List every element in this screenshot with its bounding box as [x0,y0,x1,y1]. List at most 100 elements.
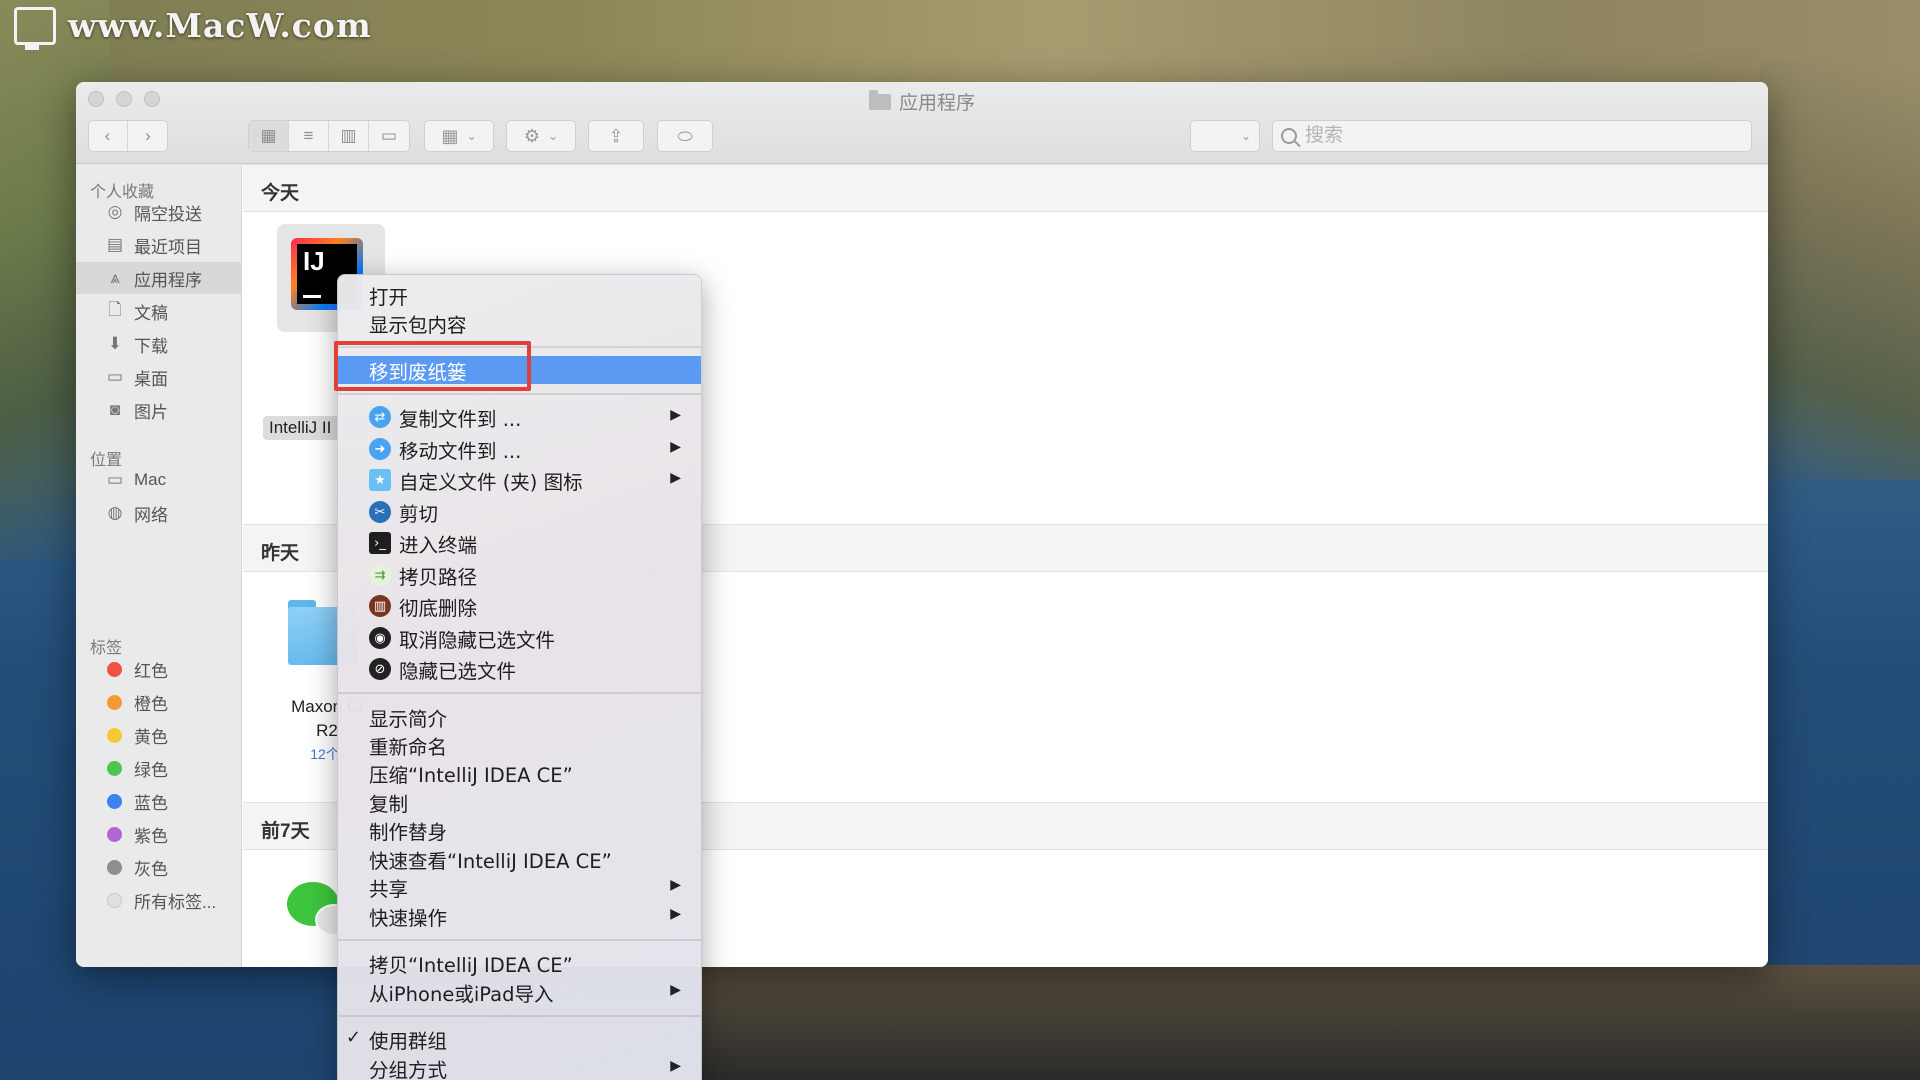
menu-separator [338,939,701,941]
gallery-view-icon[interactable]: ▭ [369,121,409,151]
sidebar-item-label: 应用程序 [134,270,202,290]
download-icon: ⬇ [107,334,123,353]
finder-window: 应用程序 ‹ › ▦ ≡ ▥ ▭ ▦ ⌄ ⚙ ⌄ ⇪ ⬭ ⌄ 搜索 个人收藏 ◎… [76,82,1768,967]
tag-dot-icon [107,694,122,710]
checkmark-icon: ✓ [346,1027,362,1048]
sidebar-item-documents[interactable]: 🗋 文稿 [76,295,242,327]
menu-item-copy-item[interactable]: 拷贝“IntelliJ IDEA CE” [338,949,701,977]
group-header-today: 今天 [243,164,1768,212]
sidebar-item-label: 蓝色 [134,793,168,813]
menu-item-cut[interactable]: ✂ 剪切 [338,498,701,526]
menu-item-copy-to[interactable]: ⇄ 复制文件到 ... ▶ [338,403,701,431]
menu-item-copy-path[interactable]: ⇉ 拷贝路径 [338,561,701,589]
sidebar-item-applications[interactable]: ⩓ 应用程序 [76,262,242,294]
eye-slash-icon: ⊘ [369,658,391,680]
sidebar-item-pictures[interactable]: ◙ 图片 [76,394,242,426]
menu-item-quick-look[interactable]: 快速查看“IntelliJ IDEA CE” [338,845,701,873]
menu-item-label: 复制文件到 ... [399,407,522,431]
menu-item-label: 显示包内容 [369,313,467,337]
share-icon: ⇪ [608,125,624,146]
sidebar-tag-gray[interactable]: 灰色 [76,851,242,883]
menu-item-label: 彻底删除 [399,596,478,620]
sidebar-tag-all[interactable]: 所有标签... [76,884,242,916]
titlebar: 应用程序 ‹ › ▦ ≡ ▥ ▭ ▦ ⌄ ⚙ ⌄ ⇪ ⬭ ⌄ 搜索 [76,82,1768,164]
trash-icon: ▥ [369,595,391,617]
macw-logo-icon [14,6,56,50]
menu-item-move-to[interactable]: ➜ 移动文件到 ... ▶ [338,435,701,463]
menu-item-quick-actions[interactable]: 快速操作 ▶ [338,902,701,930]
window-title: 应用程序 [76,88,1768,115]
menu-item-hide-files[interactable]: ⊘ 隐藏已选文件 [338,655,701,683]
menu-item-group-by[interactable]: 分组方式 ▶ [338,1054,701,1080]
menu-item-open[interactable]: 打开 [338,281,701,309]
group-by-button[interactable]: ▦ ⌄ [424,120,494,152]
menu-item-get-info[interactable]: 显示简介 [338,703,701,731]
sidebar-tag-green[interactable]: 绿色 [76,752,242,784]
menu-item-compress[interactable]: 压缩“IntelliJ IDEA CE” [338,759,701,787]
menu-item-unhide-files[interactable]: ◉ 取消隐藏已选文件 [338,624,701,652]
submenu-arrow-icon: ▶ [670,407,681,423]
column-view-icon[interactable]: ▥ [329,121,369,151]
icon-view-icon[interactable]: ▦ [249,121,289,151]
airdrop-icon: ◎ [107,202,123,221]
sidebar-item-airdrop[interactable]: ◎ 隔空投送 [76,196,242,228]
tag-dot-icon [107,727,122,743]
menu-item-label: 剪切 [399,502,439,526]
list-view-icon[interactable]: ≡ [289,121,329,151]
chevron-down-icon: ⌄ [466,129,477,143]
menu-item-delete-permanently[interactable]: ▥ 彻底删除 [338,592,701,620]
sidebar-item-label: 灰色 [134,859,168,879]
tag-dot-icon [107,826,122,842]
desktop-icon: ▭ [106,367,124,386]
tag-dot-icon [107,760,122,776]
sidebar-item-label: 图片 [134,402,168,422]
menu-item-label: 复制 [369,792,409,816]
menu-item-label: 制作替身 [369,820,448,844]
submenu-arrow-icon: ▶ [670,1058,681,1074]
menu-item-import-from-iphone[interactable]: 从iPhone或iPad导入 ▶ [338,978,701,1006]
sidebar-tag-blue[interactable]: 蓝色 [76,785,242,817]
menu-item-label: 自定义文件 (夹) 图标 [399,470,583,494]
sidebar-item-recents[interactable]: ▤ 最近项目 [76,229,242,261]
path-dropdown[interactable]: ⌄ [1190,120,1260,152]
sidebar-item-mac[interactable]: ▭ Mac [76,464,242,496]
tag-button[interactable]: ⬭ [657,120,713,152]
menu-item-label: 快速查看“IntelliJ IDEA CE” [369,849,612,873]
path-icon: ⇉ [369,564,391,586]
menu-item-rename[interactable]: 重新命名 [338,731,701,759]
search-input[interactable] [1305,125,1725,147]
sidebar-tag-purple[interactable]: 紫色 [76,818,242,850]
menu-item-use-groups[interactable]: ✓ 使用群组 [338,1025,701,1053]
submenu-arrow-icon: ▶ [670,439,681,455]
sidebar-tag-red[interactable]: 红色 [76,653,242,685]
sidebar-item-downloads[interactable]: ⬇ 下载 [76,328,242,360]
terminal-icon: ›_ [369,532,391,554]
sidebar-item-label: 文稿 [134,303,168,323]
sidebar-tag-orange[interactable]: 橙色 [76,686,242,718]
menu-item-custom-icon[interactable]: ★ 自定义文件 (夹) 图标 ▶ [338,466,701,494]
chevron-right-icon[interactable]: › [128,121,168,151]
scissors-icon: ✂ [369,501,391,523]
search-field[interactable] [1272,120,1752,152]
sidebar-item-label: 黄色 [134,727,168,747]
sidebar-item-desktop[interactable]: ▭ 桌面 [76,361,242,393]
menu-item-make-alias[interactable]: 制作替身 [338,816,701,844]
menu-item-open-terminal[interactable]: ›_ 进入终端 [338,529,701,557]
watermark: www.MacW.com [14,6,372,50]
sidebar-item-network[interactable]: ◍ 网络 [76,497,242,529]
menu-item-share[interactable]: 共享 ▶ [338,873,701,901]
sidebar-item-label: 绿色 [134,760,168,780]
chevron-left-icon[interactable]: ‹ [88,121,128,151]
menu-item-label: 拷贝路径 [399,565,478,589]
share-button[interactable]: ⇪ [588,120,644,152]
group-by-icon: ▦ [441,125,459,146]
sidebar-tag-yellow[interactable]: 黄色 [76,719,242,751]
menu-item-show-package[interactable]: 显示包内容 [338,309,701,337]
window-title-text: 应用程序 [898,93,975,114]
menu-item-label: 压缩“IntelliJ IDEA CE” [369,763,573,787]
action-button[interactable]: ⚙ ⌄ [506,120,576,152]
nav-buttons: ‹ › [88,120,168,152]
menu-item-duplicate[interactable]: 复制 [338,788,701,816]
network-icon: ◍ [107,503,123,522]
menu-item-label: 重新命名 [369,735,448,759]
